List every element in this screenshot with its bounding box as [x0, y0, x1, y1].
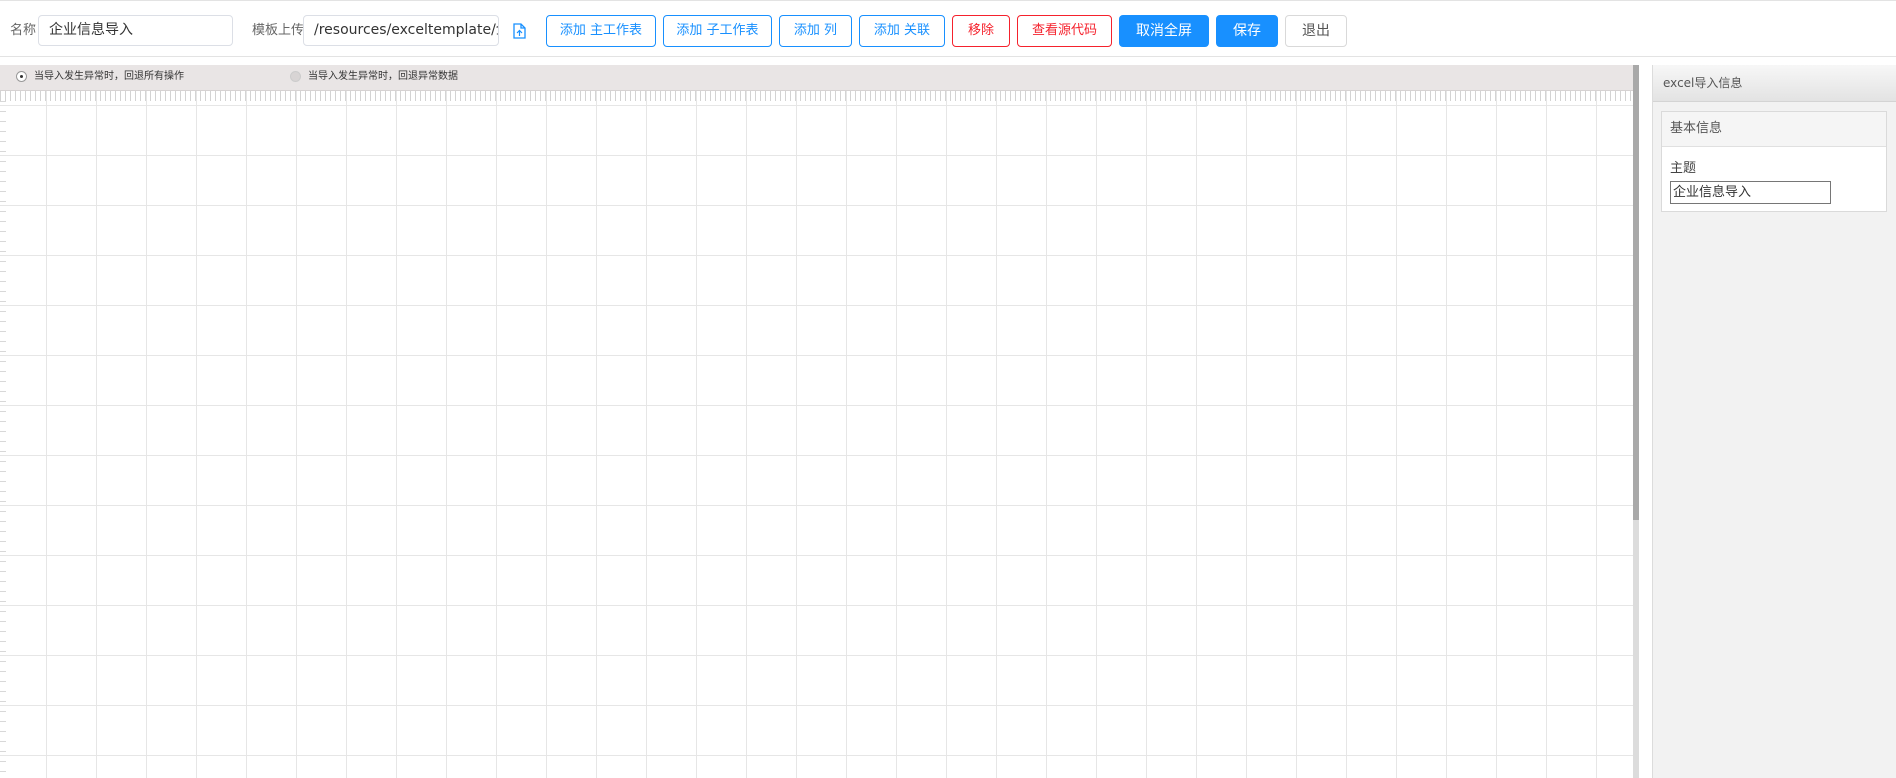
basic-info-title: 基本信息	[1662, 112, 1886, 147]
option-rollback-error-label: 当导入发生异常时，回退异常数据	[308, 71, 458, 82]
add-relation-button[interactable]: 添加 关联	[859, 15, 945, 47]
option-rollback-error[interactable]: 当导入发生异常时，回退异常数据	[290, 70, 550, 84]
vertical-ruler	[0, 101, 6, 778]
toolbar: 名称 企业信息导入 模板上传 /resources/exceltemplate/…	[0, 0, 1896, 57]
template-upload-label: 模板上传	[252, 23, 305, 38]
view-source-button[interactable]: 查看源代码	[1017, 15, 1112, 47]
panel-title: excel导入信息	[1653, 65, 1896, 102]
name-input[interactable]: 企业信息导入	[38, 15, 233, 46]
basic-info-card: 基本信息 主题 企业信息导入	[1661, 111, 1887, 212]
add-column-button[interactable]: 添加 列	[779, 15, 852, 47]
exit-fullscreen-button[interactable]: 取消全屏	[1119, 15, 1209, 47]
radio-selected-icon[interactable]	[16, 71, 27, 82]
file-upload-icon[interactable]	[510, 22, 528, 40]
save-button[interactable]: 保存	[1216, 15, 1278, 47]
add-main-sheet-button[interactable]: 添加 主工作表	[546, 15, 656, 47]
canvas-scrollbar[interactable]	[1633, 65, 1639, 778]
option-rollback-all[interactable]: 当导入发生异常时，回退所有操作	[16, 70, 276, 84]
name-label: 名称	[10, 23, 37, 38]
quit-button[interactable]: 退出	[1285, 15, 1347, 47]
option-rollback-all-label: 当导入发生异常时，回退所有操作	[34, 71, 184, 82]
template-path-input[interactable]: /resources/exceltemplate/企业	[303, 15, 499, 46]
design-canvas[interactable]: 当导入发生异常时，回退所有操作 当导入发生异常时，回退异常数据	[0, 65, 1636, 778]
remove-button[interactable]: 移除	[952, 15, 1010, 47]
radio-unselected-icon[interactable]	[290, 71, 301, 82]
rollback-options-bar: 当导入发生异常时，回退所有操作 当导入发生异常时，回退异常数据	[0, 65, 1636, 91]
properties-panel: excel导入信息 基本信息 主题 企业信息导入	[1652, 65, 1896, 778]
subject-input[interactable]: 企业信息导入	[1670, 181, 1831, 204]
horizontal-ruler	[0, 91, 1636, 101]
subject-label: 主题	[1670, 161, 1697, 176]
scrollbar-thumb[interactable]	[1633, 65, 1639, 520]
add-sub-sheet-button[interactable]: 添加 子工作表	[663, 15, 772, 47]
